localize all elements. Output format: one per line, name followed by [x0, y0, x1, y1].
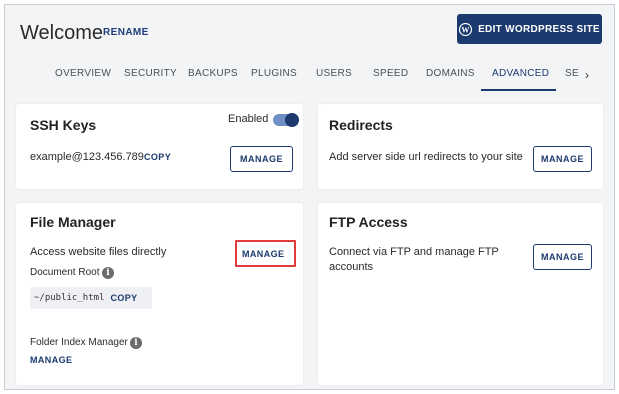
- tab-speed[interactable]: SPEED: [373, 68, 408, 79]
- rename-link[interactable]: RENAME: [103, 27, 149, 38]
- file-manager-card: File Manager Access website files direct…: [16, 203, 303, 385]
- ftp-description-line1: Connect via FTP and manage FTP: [329, 246, 499, 258]
- document-root-info-icon[interactable]: i: [102, 267, 114, 279]
- tab-advanced[interactable]: ADVANCED: [492, 68, 549, 79]
- redirects-description: Add server side url redirects to your si…: [329, 151, 523, 163]
- tab-backups[interactable]: BACKUPS: [188, 68, 238, 79]
- folder-index-info-icon[interactable]: i: [130, 337, 142, 349]
- tab-security[interactable]: SECURITY: [124, 68, 177, 79]
- file-manager-manage-button[interactable]: MANAGE: [242, 249, 284, 259]
- ssh-copy-link[interactable]: COPY: [144, 152, 171, 162]
- folder-index-manage-link[interactable]: MANAGE: [30, 355, 72, 365]
- tab-bar: OVERVIEW SECURITY BACKUPS PLUGINS USERS …: [5, 61, 614, 91]
- wordpress-icon: W: [459, 22, 473, 36]
- toggle-knob: [285, 113, 299, 127]
- tab-plugins[interactable]: PLUGINS: [251, 68, 297, 79]
- site-header: Welcome RENAME W EDIT WORDPRESS SITE OVE…: [5, 5, 614, 95]
- tab-users[interactable]: USERS: [316, 68, 352, 79]
- ftp-access-card: FTP Access Connect via FTP and manage FT…: [318, 203, 603, 385]
- tab-domains[interactable]: DOMAINS: [426, 68, 475, 79]
- document-root-box: ~/public_html COPY: [30, 287, 152, 309]
- file-manager-title: File Manager: [30, 214, 116, 230]
- ssh-manage-button[interactable]: MANAGE: [230, 146, 293, 172]
- ssh-keys-title: SSH Keys: [30, 117, 97, 133]
- chevron-right-icon[interactable]: ›: [585, 68, 589, 82]
- svg-text:W: W: [461, 25, 469, 34]
- redirects-card: Redirects Add server side url redirects …: [318, 104, 603, 189]
- site-frame: Welcome RENAME W EDIT WORDPRESS SITE OVE…: [4, 4, 615, 390]
- ssh-toggle-label: Enabled: [228, 113, 269, 125]
- ssh-enabled-toggle[interactable]: [273, 113, 299, 127]
- page-title: Welcome: [20, 22, 103, 44]
- edit-wordpress-site-label: EDIT WORDPRESS SITE: [478, 23, 600, 35]
- tab-overview[interactable]: OVERVIEW: [55, 68, 111, 79]
- document-root-label: Document Root: [30, 267, 100, 278]
- tab-settings-partial[interactable]: SE: [565, 68, 579, 79]
- ssh-keys-card: SSH Keys Enabled example@123.456.789 COP…: [16, 104, 303, 189]
- document-root-value: ~/public_html: [34, 293, 105, 303]
- ssh-account: example@123.456.789: [30, 151, 144, 163]
- ftp-access-title: FTP Access: [329, 214, 408, 230]
- redirects-manage-button[interactable]: MANAGE: [533, 146, 592, 172]
- document-root-copy-link[interactable]: COPY: [110, 293, 137, 303]
- ftp-description-line2: accounts: [329, 261, 374, 273]
- file-manager-description: Access website files directly: [30, 246, 167, 258]
- edit-wordpress-site-button[interactable]: W EDIT WORDPRESS SITE: [457, 14, 602, 44]
- ftp-manage-button[interactable]: MANAGE: [533, 244, 592, 270]
- folder-index-label: Folder Index Manager: [30, 337, 128, 348]
- redirects-title: Redirects: [329, 117, 393, 133]
- active-tab-indicator: [481, 89, 556, 91]
